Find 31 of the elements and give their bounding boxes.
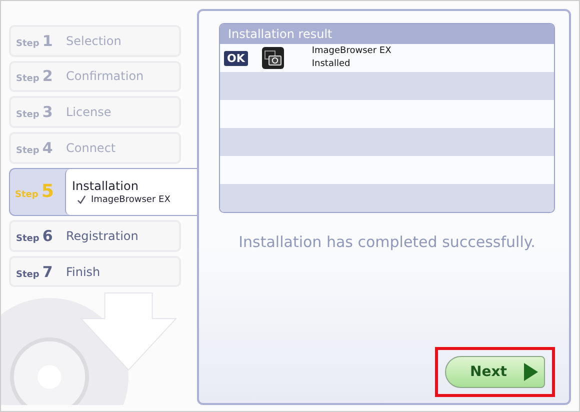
step-number: 3	[42, 103, 53, 122]
triangle-arrow-icon	[524, 363, 538, 381]
step-number: 7	[42, 262, 53, 281]
status-badge: OK	[224, 50, 248, 66]
step-number: 4	[42, 138, 53, 157]
step-label: Installation	[72, 178, 140, 193]
step-label: Connect	[66, 140, 116, 155]
step-prefix: Step	[16, 110, 40, 120]
next-button[interactable]: Next	[445, 356, 545, 388]
component-name: ImageBrowser EX	[91, 194, 170, 205]
status-message: Installation has completed successfully.	[238, 233, 536, 251]
check-icon	[77, 195, 86, 204]
step-prefix: Step	[16, 146, 40, 156]
component-name: ImageBrowser EX	[312, 45, 392, 58]
table-title: Installation result	[220, 24, 554, 44]
step-label: Selection	[66, 34, 122, 48]
step-label: Finish	[66, 264, 100, 279]
step-number: 2	[42, 67, 53, 86]
step-prefix: Step	[15, 190, 38, 200]
step-number: 5	[41, 181, 54, 202]
step-label: Registration	[66, 228, 138, 243]
step-prefix: Step	[16, 234, 40, 244]
step-number: 1	[42, 32, 53, 50]
step-prefix: Step	[16, 74, 40, 84]
camera-icon	[262, 47, 284, 69]
step-label: Confirmation	[66, 69, 144, 84]
install-status: Installed	[312, 58, 352, 71]
step-number: 6	[42, 226, 53, 245]
step-prefix: Step	[16, 270, 40, 280]
step-label: License	[66, 105, 112, 120]
step-prefix: Step	[16, 38, 40, 49]
